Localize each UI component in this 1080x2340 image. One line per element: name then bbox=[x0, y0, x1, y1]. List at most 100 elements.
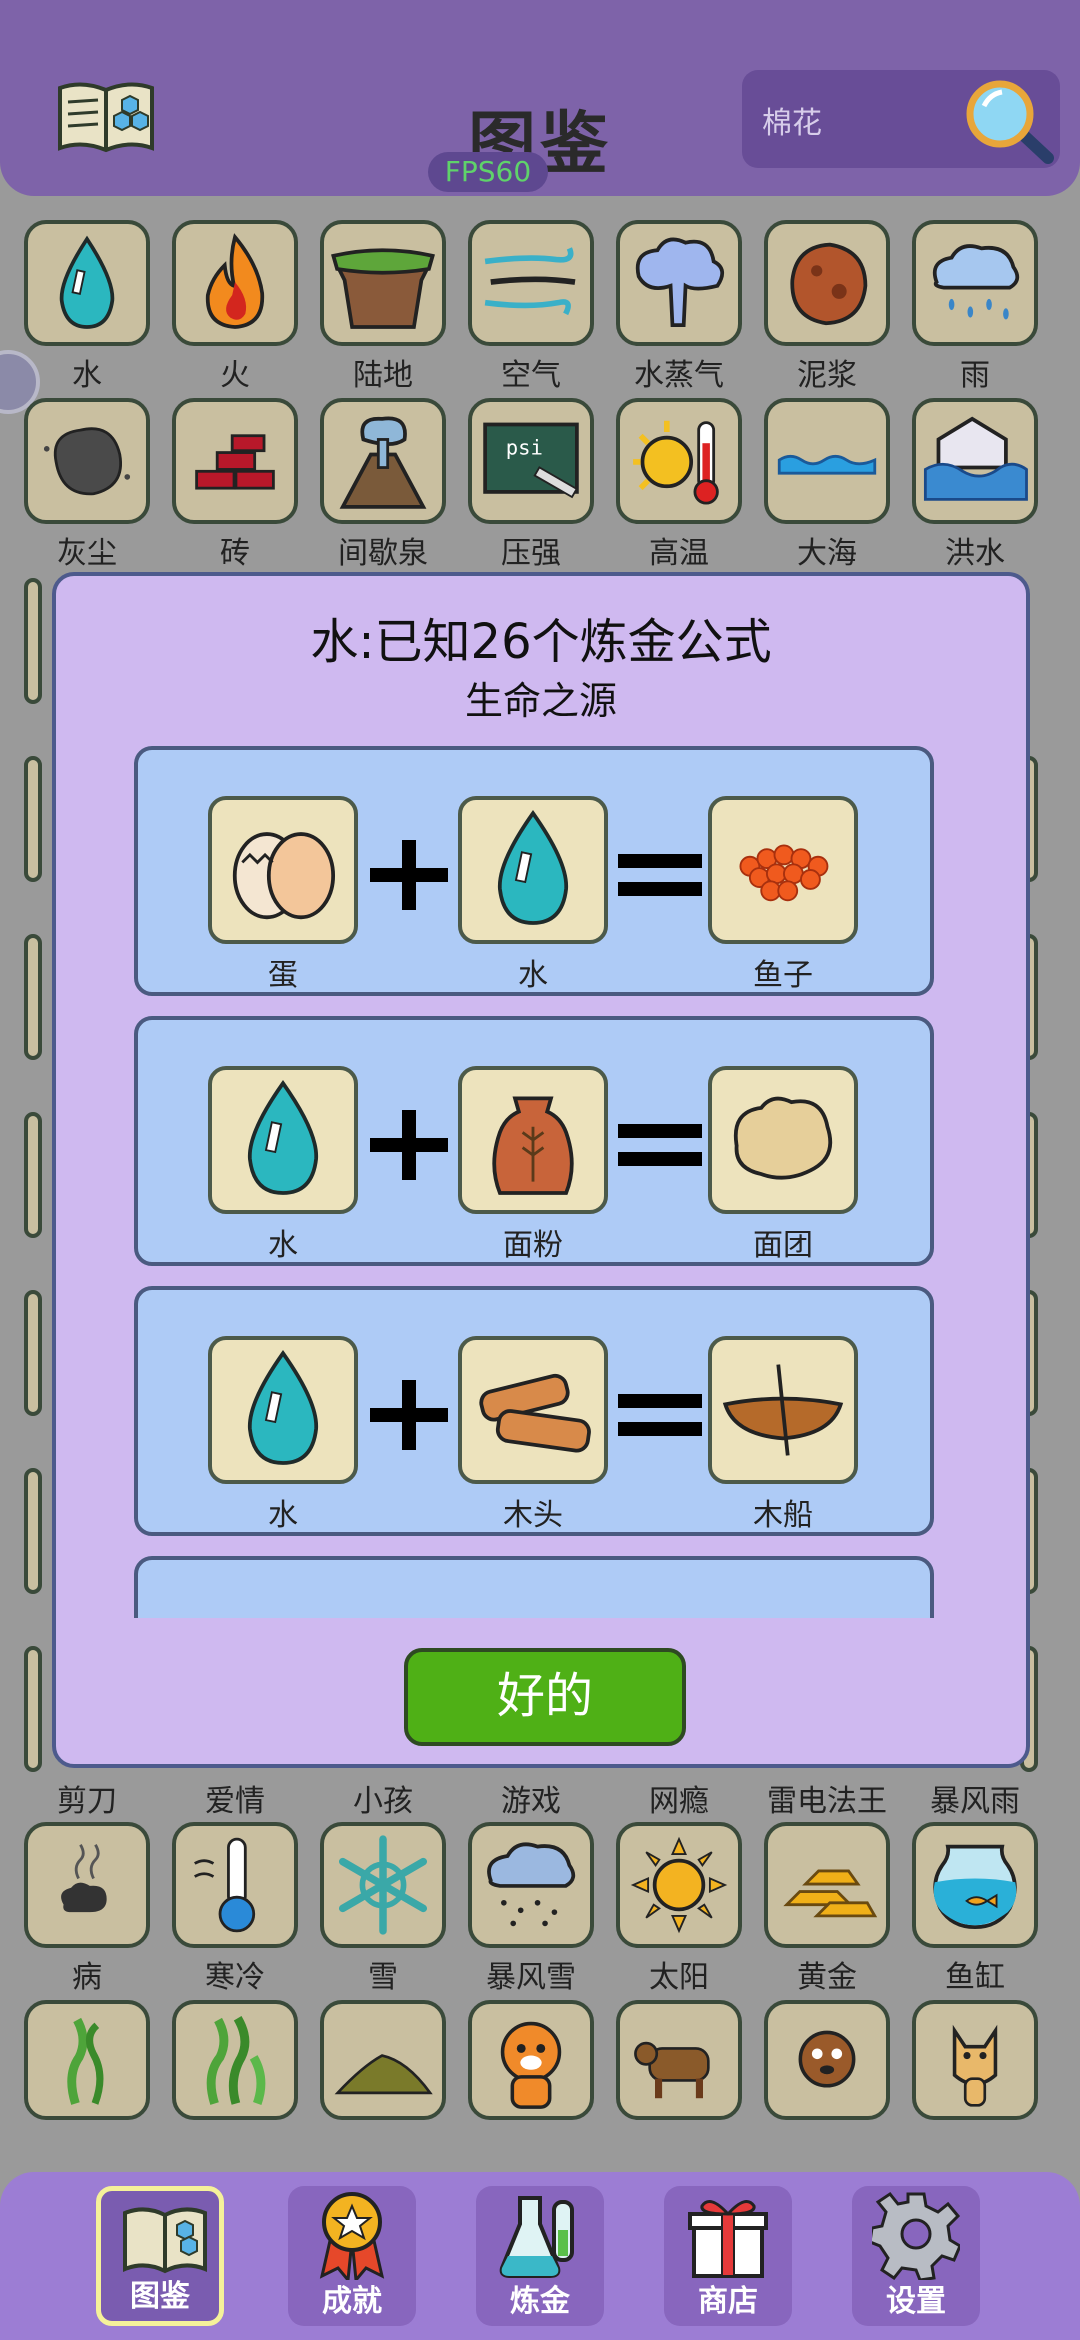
item-tile[interactable] bbox=[320, 220, 446, 346]
item-tile[interactable] bbox=[468, 1822, 594, 1948]
item-tile[interactable] bbox=[24, 220, 150, 346]
item-tile[interactable] bbox=[912, 2000, 1038, 2120]
item-tile[interactable] bbox=[24, 398, 150, 524]
item-tile[interactable] bbox=[912, 1822, 1038, 1948]
item-tile[interactable] bbox=[468, 2000, 594, 2120]
svg-text:psi: psi bbox=[506, 435, 543, 459]
item-tile[interactable] bbox=[616, 1822, 742, 1948]
item-label: 病 bbox=[72, 1960, 102, 1995]
ingredient-slot[interactable] bbox=[208, 1066, 358, 1214]
item-tile[interactable] bbox=[764, 220, 890, 346]
nav-tab-settings[interactable]: 设置 bbox=[852, 2186, 980, 2326]
item-tile[interactable] bbox=[172, 398, 298, 524]
plus-icon bbox=[370, 1380, 448, 1450]
brick-icon bbox=[195, 434, 275, 490]
item-label: 陆地 bbox=[353, 358, 413, 393]
ingredient-slot[interactable] bbox=[458, 1066, 608, 1214]
result-slot[interactable] bbox=[708, 1336, 858, 1484]
result-slot[interactable] bbox=[708, 1066, 858, 1214]
fish-roe-icon bbox=[739, 844, 829, 902]
item-tile[interactable] bbox=[468, 220, 594, 346]
formula-dialog: 水:已知26个炼金公式 生命之源 蛋 水 鱼子 水 面粉 面团 水 木头 木船 … bbox=[52, 572, 1030, 1768]
sun-icon bbox=[630, 1836, 728, 1934]
ingredient-label: 水 bbox=[518, 958, 548, 993]
sick-icon bbox=[61, 1844, 107, 1913]
nav-tab-alchemy[interactable]: 炼金 bbox=[476, 2186, 604, 2326]
plus-icon bbox=[370, 840, 448, 910]
item-tile[interactable] bbox=[24, 1468, 42, 1594]
nav-tab-achievements[interactable]: 成就 bbox=[288, 2186, 416, 2326]
recipe-card: 水 面粉 面团 bbox=[134, 1016, 934, 1266]
item-label: 间歇泉 bbox=[338, 536, 428, 571]
item-label: 雷电法王 bbox=[767, 1784, 887, 1819]
item-tile[interactable] bbox=[172, 1822, 298, 1948]
item-label: 爱情 bbox=[205, 1784, 265, 1819]
item-label: 空气 bbox=[501, 358, 561, 393]
ok-button[interactable]: 好的 bbox=[404, 1648, 686, 1746]
ingredient-slot[interactable] bbox=[208, 1336, 358, 1484]
item-tile[interactable] bbox=[172, 2000, 298, 2120]
seaweed-icon bbox=[67, 2017, 104, 2105]
item-tile[interactable] bbox=[320, 1822, 446, 1948]
item-label: 小孩 bbox=[353, 1784, 413, 1819]
item-tile[interactable] bbox=[616, 2000, 742, 2120]
item-tile[interactable] bbox=[24, 1112, 42, 1238]
item-tile[interactable] bbox=[24, 934, 42, 1060]
item-tile[interactable] bbox=[616, 398, 742, 524]
steam-icon bbox=[635, 237, 725, 328]
ingredient-slot[interactable] bbox=[208, 796, 358, 944]
cold-icon bbox=[194, 1837, 256, 1933]
heat-icon bbox=[633, 420, 719, 505]
item-tile[interactable] bbox=[24, 1822, 150, 1948]
flour-sack-icon bbox=[492, 1096, 574, 1195]
item-tile[interactable] bbox=[616, 220, 742, 346]
item-tile[interactable] bbox=[24, 2000, 150, 2120]
recipe-list[interactable]: 蛋 水 鱼子 水 面粉 面团 水 木头 木船 bbox=[134, 746, 934, 1618]
nav-tab-codex[interactable]: 图鉴 bbox=[96, 2186, 224, 2326]
item-tile[interactable] bbox=[24, 578, 42, 704]
item-tile[interactable] bbox=[172, 220, 298, 346]
item-tile[interactable] bbox=[24, 1646, 42, 1772]
ingredient-slot[interactable] bbox=[458, 796, 608, 944]
item-label: 雨 bbox=[960, 358, 990, 393]
item-label: 灰尘 bbox=[57, 536, 117, 571]
algae-icon bbox=[206, 2015, 266, 2106]
item-tile[interactable] bbox=[912, 220, 1038, 346]
ingredient-slot[interactable] bbox=[458, 1336, 608, 1484]
search-input[interactable]: 棉花 bbox=[762, 98, 822, 142]
recipe-card bbox=[134, 1556, 934, 1618]
water-drop-icon bbox=[247, 1349, 319, 1465]
item-tile[interactable] bbox=[912, 398, 1038, 524]
item-label: 寒冷 bbox=[205, 1960, 265, 1995]
item-label: 压强 bbox=[501, 536, 561, 571]
nav-label: 图鉴 bbox=[130, 2279, 190, 2314]
magnifier-icon[interactable] bbox=[960, 76, 1056, 166]
item-tile[interactable]: psi bbox=[468, 398, 594, 524]
ingredient-label: 蛋 bbox=[268, 958, 298, 993]
result-label: 面团 bbox=[753, 1228, 813, 1263]
nav-tab-shop[interactable]: 商店 bbox=[664, 2186, 792, 2326]
item-tile[interactable] bbox=[24, 1290, 42, 1416]
hill-icon bbox=[334, 2054, 433, 2095]
equals-icon bbox=[618, 1124, 702, 1166]
recipe-card: 蛋 水 鱼子 bbox=[134, 746, 934, 996]
item-label: 剪刀 bbox=[57, 1784, 117, 1819]
ocean-icon bbox=[777, 454, 877, 475]
wood-log-icon bbox=[479, 1373, 591, 1453]
item-tile[interactable] bbox=[764, 1822, 890, 1948]
item-label: 雪 bbox=[368, 1960, 398, 1995]
dough-icon bbox=[733, 1096, 833, 1180]
equals-icon bbox=[618, 1394, 702, 1436]
nav-label: 商店 bbox=[698, 2284, 758, 2319]
result-slot[interactable] bbox=[708, 796, 858, 944]
ingredient-label: 木头 bbox=[503, 1498, 563, 1533]
air-icon bbox=[484, 247, 576, 316]
item-tile[interactable] bbox=[764, 2000, 890, 2120]
item-tile[interactable] bbox=[320, 398, 446, 524]
item-tile[interactable] bbox=[764, 398, 890, 524]
fire-icon bbox=[205, 233, 265, 329]
item-tile[interactable] bbox=[24, 756, 42, 882]
item-tile[interactable] bbox=[320, 2000, 446, 2120]
search-box[interactable]: 棉花 bbox=[742, 70, 1060, 168]
gift-icon bbox=[688, 2200, 768, 2278]
